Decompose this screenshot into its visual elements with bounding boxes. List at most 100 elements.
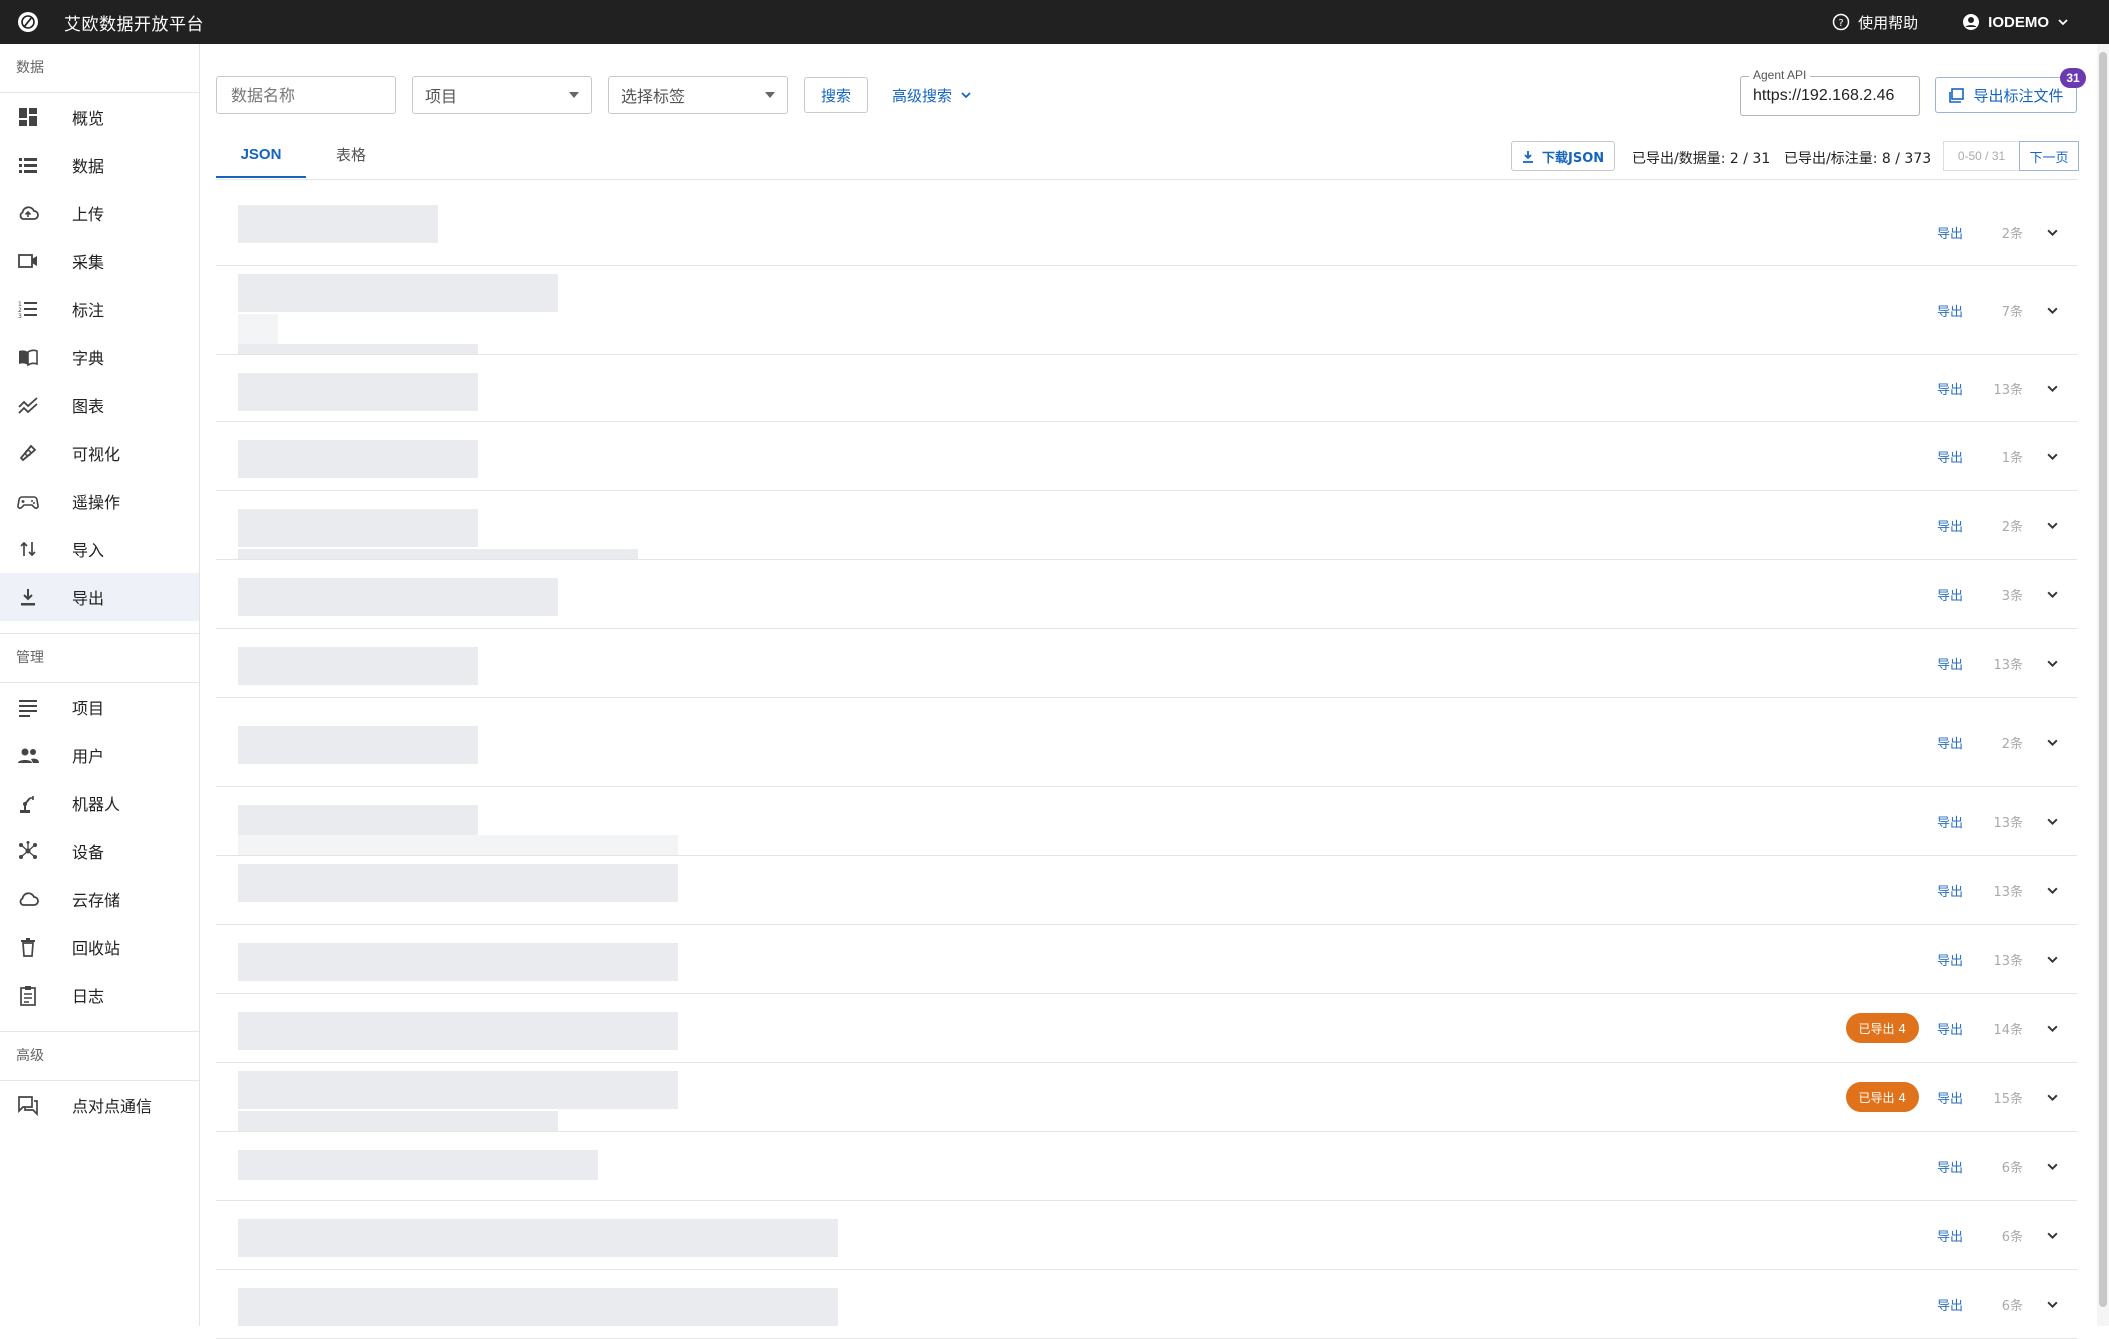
sidebar-item[interactable]: 点对点通信 xyxy=(0,1081,199,1129)
expand-chevron-icon[interactable] xyxy=(2045,656,2059,670)
export-annotation-file-button[interactable]: 导出标注文件 31 xyxy=(1935,68,2086,113)
row-export-button[interactable]: 导出 xyxy=(1937,447,1985,466)
tab-table[interactable]: 表格 xyxy=(306,132,396,178)
export-row[interactable]: 导出 6条 xyxy=(216,1132,2077,1201)
expand-chevron-icon[interactable] xyxy=(2045,381,2059,395)
help-link[interactable]: ? 使用帮助 xyxy=(1832,12,1918,33)
row-actions: 导出 6条 xyxy=(1937,1132,2059,1200)
sidebar-item[interactable]: 采集 xyxy=(0,237,199,285)
sidebar-item[interactable]: 可视化 xyxy=(0,429,199,477)
search-button[interactable]: 搜索 xyxy=(804,77,869,113)
sidebar-item[interactable]: 图表 xyxy=(0,381,199,429)
export-row[interactable]: 导出 13条 xyxy=(216,787,2077,856)
row-export-button[interactable]: 导出 xyxy=(1937,654,1985,673)
user-menu[interactable]: IODEMO xyxy=(1962,13,2069,31)
sidebar-section-label: 数据 xyxy=(16,60,44,76)
video-camera-icon xyxy=(17,250,39,272)
sidebar-item[interactable]: 项目 xyxy=(0,683,199,731)
row-export-button[interactable]: 导出 xyxy=(1937,950,1985,969)
expand-chevron-icon[interactable] xyxy=(2045,225,2059,239)
advanced-search-toggle[interactable]: 高级搜索 xyxy=(892,85,972,106)
sidebar-item[interactable]: 设备 xyxy=(0,827,199,875)
dashboard-icon xyxy=(17,106,39,128)
robot-arm-icon xyxy=(17,792,39,814)
page-scrollbar[interactable] xyxy=(2097,44,2109,1326)
export-row[interactable]: 导出 13条 xyxy=(216,355,2077,422)
row-export-button[interactable]: 导出 xyxy=(1937,379,1985,398)
blurred-thumbnail xyxy=(238,440,478,478)
sidebar-item[interactable]: 上传 xyxy=(0,189,199,237)
sidebar-item[interactable]: 机器人 xyxy=(0,779,199,827)
download-json-button[interactable]: 下载JSON xyxy=(1511,141,1616,171)
data-name-input[interactable] xyxy=(229,84,383,106)
sidebar-item[interactable]: 用户 xyxy=(0,731,199,779)
sidebar-item-label: 上传 xyxy=(72,205,105,224)
row-export-button[interactable]: 导出 xyxy=(1937,733,1985,752)
sidebar-item[interactable]: 回收站 xyxy=(0,923,199,971)
row-export-button[interactable]: 导出 xyxy=(1937,1019,1985,1038)
row-actions: 导出 13条 xyxy=(1937,787,2059,855)
expand-chevron-icon[interactable] xyxy=(2045,1090,2059,1104)
expand-chevron-icon[interactable] xyxy=(2045,587,2059,601)
sidebar-item[interactable]: 日志 xyxy=(0,971,199,1019)
expand-chevron-icon[interactable] xyxy=(2045,1021,2059,1035)
export-row[interactable]: 导出 2条 xyxy=(216,199,2077,266)
blurred-thumbnail xyxy=(238,943,678,981)
export-row[interactable]: 导出 6条 xyxy=(216,1201,2077,1270)
sidebar-item[interactable]: 1 2 3 标注 xyxy=(0,285,199,333)
expand-chevron-icon[interactable] xyxy=(2045,952,2059,966)
export-row[interactable]: 已导出 4 导出 14条 xyxy=(216,994,2077,1063)
app-title: 艾欧数据开放平台 xyxy=(64,14,204,35)
next-page-button[interactable]: 下一页 xyxy=(2019,141,2079,171)
expand-chevron-icon[interactable] xyxy=(2045,814,2059,828)
tab-json[interactable]: JSON xyxy=(216,132,306,178)
expand-chevron-icon[interactable] xyxy=(2045,1159,2059,1173)
export-row[interactable]: 导出 3条 xyxy=(216,560,2077,629)
export-row[interactable]: 导出 1条 xyxy=(216,422,2077,491)
export-row[interactable]: 导出 13条 xyxy=(216,925,2077,994)
expand-chevron-icon[interactable] xyxy=(2045,518,2059,532)
expand-chevron-icon[interactable] xyxy=(2045,1228,2059,1242)
export-row[interactable]: 导出 2条 xyxy=(216,491,2077,560)
chart-line-icon xyxy=(17,394,39,416)
row-actions: 导出 1条 xyxy=(1937,422,2059,490)
exported-annotations-stat: 已导出/标注量: 8 / 373 xyxy=(1784,151,1932,167)
sidebar-item[interactable]: 数据 xyxy=(0,141,199,189)
row-export-button[interactable]: 导出 xyxy=(1937,301,1985,320)
sidebar-section-label: 管理 xyxy=(0,633,199,682)
sidebar-item[interactable]: 导出 xyxy=(0,573,199,621)
expand-chevron-icon[interactable] xyxy=(2045,1297,2059,1311)
expand-chevron-icon[interactable] xyxy=(2045,735,2059,749)
row-actions: 导出 2条 xyxy=(1937,698,2059,786)
row-export-button[interactable]: 导出 xyxy=(1937,1295,1985,1314)
export-row[interactable]: 导出 7条 xyxy=(216,266,2077,355)
export-row[interactable]: 导出 2条 xyxy=(216,698,2077,787)
row-export-button[interactable]: 导出 xyxy=(1937,881,1985,900)
row-export-button[interactable]: 导出 xyxy=(1937,223,1985,242)
row-export-button[interactable]: 导出 xyxy=(1937,1226,1985,1245)
tag-select[interactable]: 选择标签 xyxy=(608,76,788,114)
expand-chevron-icon[interactable] xyxy=(2045,883,2059,897)
expand-chevron-icon[interactable] xyxy=(2045,449,2059,463)
trash-icon xyxy=(17,936,39,958)
row-export-button[interactable]: 导出 xyxy=(1937,516,1985,535)
row-export-button[interactable]: 导出 xyxy=(1937,812,1985,831)
row-count: 13条 xyxy=(1993,884,2023,900)
scrollbar-thumb[interactable] xyxy=(2099,52,2107,1307)
export-row[interactable]: 导出 6条 xyxy=(216,1270,2077,1339)
export-row[interactable]: 导出 13条 xyxy=(216,856,2077,925)
sidebar-item[interactable]: 导入 xyxy=(0,525,199,573)
row-export-button[interactable]: 导出 xyxy=(1937,1088,1985,1107)
sidebar-item[interactable]: 概览 xyxy=(0,93,199,141)
sidebar-item[interactable]: 云存储 xyxy=(0,875,199,923)
row-export-button[interactable]: 导出 xyxy=(1937,585,1985,604)
agent-api-field[interactable]: Agent API https://192.168.2.46 xyxy=(1740,68,1920,116)
row-export-button[interactable]: 导出 xyxy=(1937,1157,1985,1176)
expand-chevron-icon[interactable] xyxy=(2045,303,2059,317)
export-row[interactable]: 导出 13条 xyxy=(216,629,2077,698)
project-select[interactable]: 项目 xyxy=(412,76,592,114)
sidebar-item-label: 采集 xyxy=(72,253,105,272)
export-row[interactable]: 已导出 4 导出 15条 xyxy=(216,1063,2077,1132)
sidebar-item[interactable]: 遥操作 xyxy=(0,477,199,525)
sidebar-item[interactable]: 字典 xyxy=(0,333,199,381)
